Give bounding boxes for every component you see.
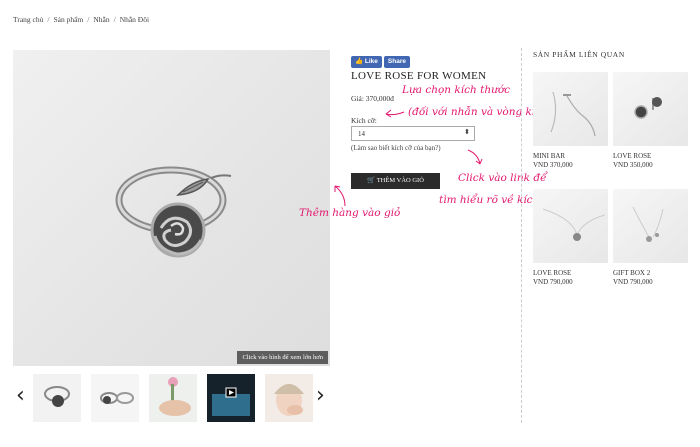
related-product-price: VND 350,000 <box>613 161 653 169</box>
related-product-name[interactable]: MINI BAR <box>533 152 608 160</box>
select-caret-icon: ⬍ <box>464 128 470 136</box>
price-label: Giá: <box>351 94 364 103</box>
breadcrumb-couple-rings[interactable]: Nhẫn Đôi <box>120 15 149 24</box>
annotation-size-help-line1: Click vào link để <box>458 172 547 184</box>
social-buttons: 👍 Like Share <box>351 50 412 68</box>
add-to-cart-button[interactable]: 🛒 THÊM VÀO GIỎ <box>351 173 440 189</box>
chevron-left-icon[interactable]: ‹ <box>16 382 25 410</box>
zoom-hint[interactable]: Click vào hình để xem lớn hơn <box>237 351 328 364</box>
related-product-price: VND 790,000 <box>613 278 653 286</box>
chevron-right-icon[interactable]: › <box>316 382 325 410</box>
size-select-value: 14 <box>358 130 365 138</box>
related-product-name[interactable]: LOVE ROSE <box>533 269 608 277</box>
rose-ring-image <box>115 166 232 258</box>
thumbnail-strip: ‹ › <box>13 372 330 424</box>
related-product-price: VND 790,000 <box>533 278 573 286</box>
like-label: Like <box>364 58 378 65</box>
related-product-name[interactable]: LOVE ROSE <box>613 152 688 160</box>
related-product-price: VND 370,000 <box>533 161 573 169</box>
thumbnail[interactable] <box>33 374 81 422</box>
related-product-card[interactable]: LOVE ROSE VND 350,000 <box>613 72 688 169</box>
main-product-image[interactable]: Click vào hình để xem lớn hơn <box>13 50 330 366</box>
breadcrumb-separator: / <box>87 15 90 24</box>
column-divider <box>521 48 522 423</box>
product-title: LOVE ROSE FOR WOMEN <box>351 70 487 82</box>
add-to-cart-label: THÊM VÀO GIỎ <box>376 177 424 184</box>
related-products-title: SẢN PHẨM LIÊN QUAN <box>533 50 625 59</box>
breadcrumb-home[interactable]: Trang chủ <box>13 15 43 24</box>
product-price: Giá: 370,000đ <box>351 94 394 103</box>
related-product-card[interactable]: LOVE ROSE VND 790,000 <box>533 189 608 286</box>
breadcrumb: Trang chủ / Sản phẩm / Nhẫn / Nhẫn Đôi <box>13 15 149 24</box>
related-product-image[interactable] <box>613 189 688 263</box>
cart-icon: 🛒 <box>367 177 376 184</box>
related-product-image[interactable] <box>613 72 688 146</box>
price-value: 370,000đ <box>365 94 394 103</box>
thumbnail[interactable] <box>149 374 197 422</box>
facebook-like-button[interactable]: 👍 Like <box>351 56 382 68</box>
breadcrumb-rings[interactable]: Nhẫn <box>93 15 109 24</box>
size-select[interactable]: 14 ⬍ <box>351 126 475 141</box>
breadcrumb-products[interactable]: Sản phẩm <box>53 15 83 24</box>
thumbnail-video[interactable] <box>207 374 255 422</box>
size-help-link[interactable]: (Làm sao biết kích cỡ của bạn?) <box>351 144 441 152</box>
breadcrumb-separator: / <box>113 15 116 24</box>
breadcrumb-separator: / <box>47 15 50 24</box>
facebook-share-button[interactable]: Share <box>383 56 410 68</box>
related-product-card[interactable]: MINI BAR VND 370,000 <box>533 72 608 169</box>
thumbnail[interactable] <box>91 374 139 422</box>
related-product-card[interactable]: GIFT BOX 2 VND 790,000 <box>613 189 688 286</box>
thumbnail[interactable] <box>265 374 313 422</box>
size-label: Kích cỡ: <box>351 116 377 125</box>
related-product-image[interactable] <box>533 189 608 263</box>
related-product-image[interactable] <box>533 72 608 146</box>
annotation-cart: Thêm hàng vào giỏ <box>299 207 401 219</box>
annotation-size-select-line1: Lựa chọn kích thước <box>402 84 511 96</box>
related-product-name[interactable]: GIFT BOX 2 <box>613 269 688 277</box>
thumbs-up-icon: 👍 <box>355 58 364 65</box>
